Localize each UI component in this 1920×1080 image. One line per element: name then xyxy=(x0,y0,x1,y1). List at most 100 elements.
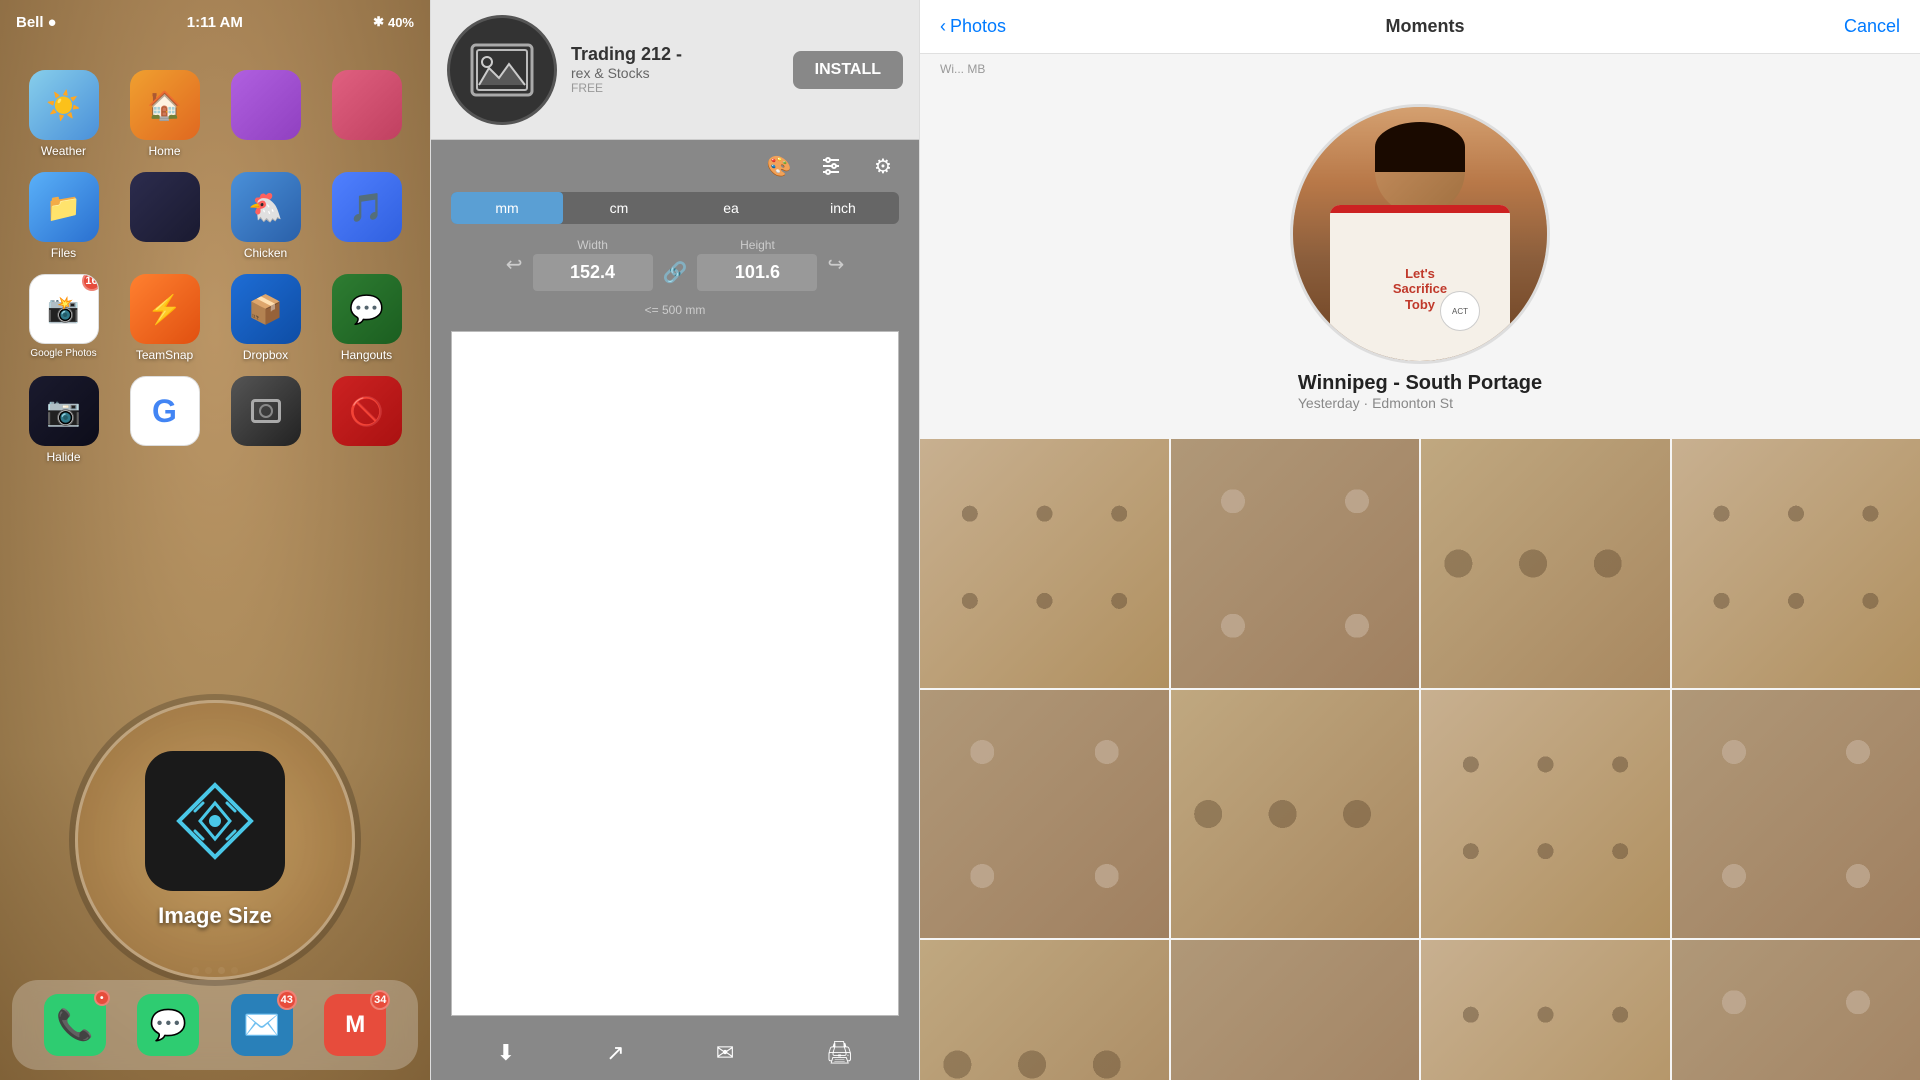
app-camera2[interactable] xyxy=(222,376,309,464)
app-widget[interactable] xyxy=(121,172,208,260)
height-label: Height xyxy=(740,238,775,252)
app-teamsnap[interactable]: ⚡ TeamSnap xyxy=(121,274,208,362)
image-size-overlay[interactable]: Image Size xyxy=(75,700,355,980)
photo-cell-1[interactable] xyxy=(920,439,1169,688)
carrier-label: Bell xyxy=(16,14,44,31)
toolbar-row: 🎨 ⚙ xyxy=(431,140,919,192)
photo-cell-10[interactable]: ♥ xyxy=(1171,940,1420,1080)
photos-back-button[interactable]: ‹ Photos xyxy=(940,16,1006,37)
photo-cell-5[interactable] xyxy=(920,690,1169,939)
app-row1-4[interactable] xyxy=(323,70,410,158)
app-store-subtitle: rex & Stocks xyxy=(571,65,779,81)
battery-level: 40% xyxy=(388,15,414,30)
google-photos-label: Google Photos xyxy=(30,348,96,359)
app-halide[interactable]: 📷 Halide xyxy=(20,376,107,464)
dock: 📞 • 💬 ✉️ 43 M 34 xyxy=(12,980,418,1070)
photo-cell-12[interactable] xyxy=(1672,940,1920,1080)
chevron-left-icon: ‹ xyxy=(940,16,946,37)
wifi-icon: ● xyxy=(48,14,57,31)
location-title: Winnipeg - South Portage xyxy=(1298,372,1542,395)
unit-inch[interactable]: inch xyxy=(787,192,899,224)
photos-panel: ‹ Photos Moments Cancel Wi... MB Let'sSa… xyxy=(920,0,1920,1080)
location-section: Winnipeg - South Portage Yesterday · Edm… xyxy=(1278,364,1562,415)
status-time: 1:11 AM xyxy=(187,14,243,31)
max-size-label: <= 500 mm xyxy=(431,299,919,321)
photo-grid: ♥ 🌲 xyxy=(920,435,1920,1080)
profile-circle: Let'sSacrificeToby ACT xyxy=(1290,104,1550,364)
width-input[interactable] xyxy=(533,254,653,291)
mail-badge: 43 xyxy=(277,990,297,1010)
bottom-toolbar: ⬇ ↗ ✉ 🖨 xyxy=(431,1026,919,1080)
gmail-badge: 34 xyxy=(370,990,390,1010)
photos-title: Moments xyxy=(1386,16,1465,37)
width-label: Width xyxy=(577,238,608,252)
app-home-label: Home xyxy=(148,144,180,158)
app-red[interactable]: 🚫 xyxy=(323,376,410,464)
palette-icon[interactable]: 🎨 xyxy=(763,150,795,182)
mail-icon[interactable]: ✉ xyxy=(716,1040,734,1066)
app-chicken-label: Chicken xyxy=(244,246,287,260)
app-chicken[interactable]: 🐔 Chicken xyxy=(222,172,309,260)
dock-phone[interactable]: 📞 • xyxy=(44,994,106,1056)
photos-header: ‹ Photos Moments Cancel xyxy=(920,0,1920,54)
photo-cell-2[interactable] xyxy=(1171,439,1420,688)
dimensions-row: ↩ Width 🔗 Height ↪ xyxy=(431,230,919,299)
height-group: Height xyxy=(697,238,817,291)
app-store-icon xyxy=(447,15,557,125)
undo-arrow[interactable]: ↩ xyxy=(506,252,523,277)
app-store-info: Trading 212 - rex & Stocks FREE xyxy=(571,44,779,95)
photo-cell-3[interactable] xyxy=(1421,439,1670,688)
dropbox-label: Dropbox xyxy=(243,348,288,362)
redo-arrow[interactable]: ↪ xyxy=(827,252,844,277)
photo-cell-9[interactable] xyxy=(920,940,1169,1080)
share-icon[interactable]: ↗ xyxy=(606,1040,624,1066)
width-group: Width xyxy=(533,238,653,291)
print-icon[interactable]: 🖨 xyxy=(825,1040,853,1066)
diamond-svg xyxy=(175,781,255,861)
app-weather[interactable]: ☀️ Weather xyxy=(20,70,107,158)
photo-cell-4[interactable] xyxy=(1672,439,1920,688)
app-music2[interactable]: 🎵 xyxy=(323,172,410,260)
app-hangouts[interactable]: 💬 Hangouts xyxy=(323,274,410,362)
cancel-button[interactable]: Cancel xyxy=(1844,16,1900,37)
unit-cm[interactable]: cm xyxy=(563,192,675,224)
google-photos-badge: 16 xyxy=(82,274,99,291)
app-store-title: Trading 212 - xyxy=(571,44,779,65)
app-weather-label: Weather xyxy=(41,144,86,158)
iphone-panel: Bell ● 1:11 AM ✱ 40% ☀️ Weather 🏠 Home xyxy=(0,0,430,1080)
top-strip: Wi... MB xyxy=(920,54,1920,84)
sliders-icon[interactable] xyxy=(815,150,847,182)
unit-mm[interactable]: mm xyxy=(451,192,563,224)
image-size-label: Image Size xyxy=(158,903,272,929)
photo-cell-8[interactable] xyxy=(1672,690,1920,939)
dock-gmail[interactable]: M 34 xyxy=(324,994,386,1056)
photo-cell-11[interactable] xyxy=(1421,940,1670,1080)
dock-mail[interactable]: ✉️ 43 xyxy=(231,994,293,1056)
status-bar: Bell ● 1:11 AM ✱ 40% xyxy=(0,0,430,44)
app-google-photos[interactable]: 📸 16 Google Photos xyxy=(20,274,107,362)
middle-panel: Trading 212 - rex & Stocks FREE INSTALL … xyxy=(430,0,920,1080)
settings-icon[interactable]: ⚙ xyxy=(867,150,899,182)
app-store-free: FREE xyxy=(571,81,779,95)
teamsnap-label: TeamSnap xyxy=(136,348,193,362)
app-dropbox[interactable]: 📦 Dropbox xyxy=(222,274,309,362)
dock-messages[interactable]: 💬 xyxy=(137,994,199,1056)
app-files-label: Files xyxy=(51,246,76,260)
link-icon[interactable]: 🔗 xyxy=(663,260,688,285)
photos-back-label: Photos xyxy=(950,16,1006,37)
app-row1-3[interactable] xyxy=(222,70,309,158)
install-button[interactable]: INSTALL xyxy=(793,51,903,89)
profile-section: Let'sSacrificeToby ACT Winnipeg - South … xyxy=(920,84,1920,435)
app-google[interactable]: G xyxy=(121,376,208,464)
unit-ea[interactable]: ea xyxy=(675,192,787,224)
download-icon[interactable]: ⬇ xyxy=(497,1040,515,1066)
height-input[interactable] xyxy=(697,254,817,291)
status-right: ✱ 40% xyxy=(373,14,414,30)
app-home[interactable]: 🏠 Home xyxy=(121,70,208,158)
app-files[interactable]: 📁 Files xyxy=(20,172,107,260)
photo-cell-7[interactable] xyxy=(1421,690,1670,939)
app-grid: ☀️ Weather 🏠 Home xyxy=(0,60,430,474)
halide-label: Halide xyxy=(46,450,80,464)
photo-cell-6[interactable] xyxy=(1171,690,1420,939)
hangouts-label: Hangouts xyxy=(341,348,392,362)
